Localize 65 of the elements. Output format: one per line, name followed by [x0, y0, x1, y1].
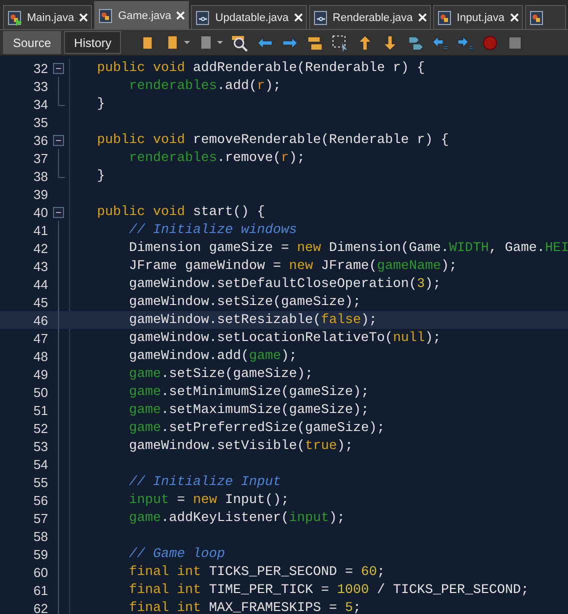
code-line: gameWindow.setLocationRelativeTo(null);: [128, 330, 441, 346]
code-line: Dimension gameSize = new Dimension(Game.WIDTH, Game.HEI: [128, 240, 568, 256]
code-line: final int TICKS_PER_SECOND = 60;: [128, 564, 385, 580]
view-toggle-button[interactable]: Source: [3, 31, 62, 54]
line-number: 32: [32, 60, 49, 76]
line-number: 47: [32, 330, 49, 346]
line-number: 40: [32, 204, 49, 220]
line-number: 36: [32, 132, 49, 148]
line-number: 54: [32, 456, 49, 472]
line-number: 53: [32, 438, 49, 454]
line-number: 61: [32, 582, 49, 598]
line-number: 58: [32, 528, 49, 544]
editor-tab[interactable]: Main.java: [3, 5, 92, 29]
code-line: public void start() {: [96, 204, 265, 220]
line-number: 49: [32, 366, 49, 382]
editor-tab[interactable]: Updatable.java: [191, 5, 307, 29]
code-line: game.setPreferredSize(gameSize);: [128, 420, 385, 436]
code-line: // Initialize Input: [128, 474, 281, 490]
code-line: }: [96, 168, 105, 184]
code-line: JFrame gameWindow = new JFrame(gameName);: [128, 258, 457, 274]
code-line: input = new Input();: [128, 492, 289, 508]
code-line: public void addRenderable(Renderable r) {: [96, 60, 425, 76]
line-number: 44: [32, 276, 49, 292]
code-line: // Game loop: [128, 546, 225, 562]
code-line: gameWindow.setResizable(false);: [128, 312, 377, 328]
line-number: 43: [32, 258, 49, 274]
line-number: 41: [32, 222, 49, 238]
line-number: 59: [32, 546, 49, 562]
line-number: 35: [32, 114, 49, 130]
line-number: 60: [32, 564, 49, 580]
code-line: final int MAX_FRAMESKIPS = 5;: [128, 600, 361, 614]
code-line: }: [96, 96, 105, 112]
code-line: game.addKeyListener(input);: [128, 510, 345, 526]
line-number: 56: [32, 492, 49, 508]
code-line: final int TIME_PER_TICK = 1000 / TICKS_PER_SECOND;: [128, 582, 529, 598]
line-number: 48: [32, 348, 49, 364]
line-number: 62: [32, 600, 49, 614]
line-number: 55: [32, 474, 49, 490]
editor-tab[interactable]: Game.java: [94, 1, 190, 29]
line-number: 57: [32, 510, 49, 526]
code-line: renderables.add(r);: [128, 78, 281, 94]
editor-tab[interactable]: Input.java: [432, 5, 522, 29]
code-line: game.setMinimumSize(gameSize);: [128, 384, 369, 400]
line-number: 33: [32, 78, 49, 94]
line-number: 38: [32, 168, 49, 184]
code-line: gameWindow.add(game);: [128, 348, 297, 364]
line-number: 34: [32, 96, 49, 112]
code-line: gameWindow.setSize(gameSize);: [128, 294, 361, 310]
code-line: gameWindow.setVisible(true);: [128, 438, 353, 454]
code-line: // Initialize windows: [128, 222, 297, 238]
line-number: 52: [32, 420, 49, 436]
line-number: 45: [32, 294, 49, 310]
code-line: gameWindow.setDefaultCloseOperation(3);: [128, 276, 441, 292]
code-line: public void removeRenderable(Renderable r) {: [96, 132, 449, 148]
line-number: 37: [32, 150, 49, 166]
line-number: 46: [32, 312, 49, 328]
code-line: game.setMaximumSize(gameSize);: [128, 402, 369, 418]
line-number: 51: [32, 402, 49, 418]
editor-tab[interactable]: Renderable.java: [308, 5, 431, 29]
code-line: renderables.remove(r);: [128, 150, 305, 166]
line-number: 50: [32, 384, 49, 400]
line-number: 42: [32, 240, 49, 256]
code-line: game.setSize(gameSize);: [128, 366, 313, 382]
view-toggle-button[interactable]: History: [64, 31, 122, 54]
line-number: 39: [32, 186, 49, 202]
